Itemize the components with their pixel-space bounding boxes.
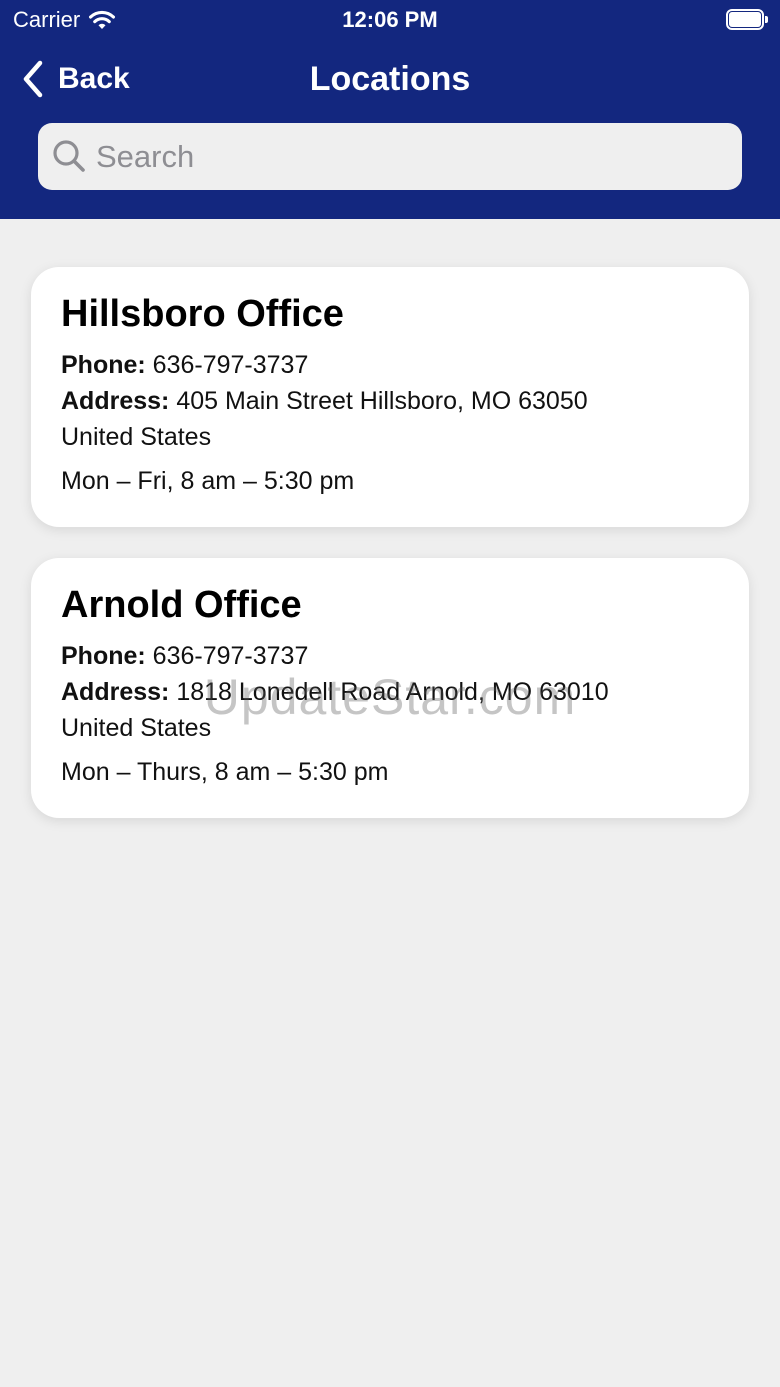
address-label: Address: [61, 678, 170, 706]
phone-label: Phone: [61, 642, 146, 670]
office-hours: Mon – Thurs, 8 am – 5:30 pm [61, 758, 389, 786]
page-title: Locations [309, 60, 471, 98]
location-name: Arnold Office [61, 584, 302, 626]
address-text: 1818 Lonedell Road Arnold, MO 63010 [176, 678, 609, 706]
address-line: Address: 405 Main Street Hillsboro, MO 6… [61, 383, 719, 419]
search-icon [53, 140, 85, 172]
phone-line: Phone: 636-797-3737 [61, 347, 719, 383]
status-bar: Carrier 12:06 PM [0, 0, 780, 40]
search-input[interactable] [96, 123, 726, 190]
phone-number[interactable]: 636-797-3737 [153, 642, 309, 670]
nav-bar: Back Locations [0, 48, 780, 110]
office-hours: Mon – Fri, 8 am – 5:30 pm [61, 467, 355, 495]
address-country: United States [61, 714, 212, 742]
address-country: United States [61, 423, 212, 451]
address-line: Address: 1818 Lonedell Road Arnold, MO 6… [61, 674, 719, 710]
location-name: Hillsboro Office [61, 293, 344, 335]
location-card[interactable]: Hillsboro Office Phone: 636-797-3737 Add… [31, 267, 749, 527]
battery-icon [726, 9, 768, 30]
location-card[interactable]: Arnold Office Phone: 636-797-3737 Addres… [31, 558, 749, 818]
phone-number[interactable]: 636-797-3737 [153, 351, 309, 379]
phone-line: Phone: 636-797-3737 [61, 638, 719, 674]
address-text: 405 Main Street Hillsboro, MO 63050 [176, 387, 588, 415]
search-bar[interactable] [38, 123, 742, 190]
status-time: 12:06 PM [342, 7, 438, 32]
phone-label: Phone: [61, 351, 146, 379]
address-label: Address: [61, 387, 170, 415]
header: Carrier 12:06 PM Back Locations [0, 0, 780, 219]
